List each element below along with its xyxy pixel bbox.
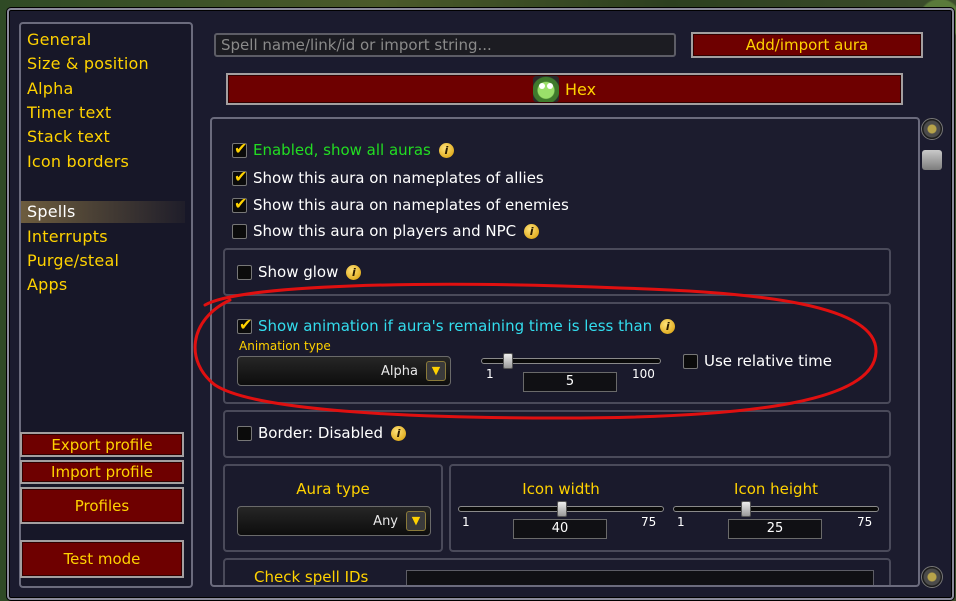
aura-type-value: Any	[373, 513, 398, 529]
icon-height-slider-thumb[interactable]	[741, 501, 751, 517]
check-spell-ids-input[interactable]	[406, 570, 874, 585]
use-relative-time-label: Use relative time	[704, 352, 833, 370]
selected-aura-name: Hex	[564, 79, 597, 99]
chevron-down-icon[interactable]: ▼	[406, 511, 426, 531]
icon-width-max: 75	[641, 515, 657, 529]
border-row: Border: Disabled i	[237, 424, 407, 442]
icon-height-max: 75	[857, 515, 873, 529]
glow-row: Show glow i	[237, 263, 362, 281]
sidebar-item-stack-text[interactable]: Stack text	[27, 127, 110, 146]
use-relative-time-checkbox[interactable]	[683, 353, 698, 369]
aura-options-panel: Enabled, show all auras i Show this aura…	[210, 117, 920, 587]
show-animation-checkbox[interactable]	[237, 315, 252, 334]
enabled-checkbox[interactable]	[232, 139, 247, 158]
aura-settings-window: General Size & position Alpha Timer text…	[7, 8, 954, 600]
content-scrollbar[interactable]	[921, 118, 943, 588]
icon-height-label: Icon height	[734, 480, 818, 498]
icon-height-slider[interactable]	[673, 506, 879, 512]
border-group: Border: Disabled i	[223, 410, 891, 458]
info-icon[interactable]: i	[346, 264, 362, 280]
icon-width-slider-thumb[interactable]	[557, 501, 567, 517]
icon-size-group: Icon width 1 75 40 Icon height 1 75 25	[449, 464, 891, 552]
animation-group: Show animation if aura's remaining time …	[223, 302, 891, 404]
info-icon[interactable]: i	[391, 425, 407, 441]
sidebar-item-size-position[interactable]: Size & position	[27, 54, 149, 73]
animation-type-value: Alpha	[381, 363, 418, 379]
border-checkbox[interactable]	[237, 425, 252, 441]
icon-height-value-input[interactable]: 25	[728, 519, 822, 539]
selected-aura-button[interactable]: Hex	[226, 73, 903, 105]
show-on-enemies-checkbox[interactable]	[232, 194, 247, 213]
sidebar-item-apps[interactable]: Apps	[27, 275, 67, 294]
icon-width-min: 1	[462, 515, 470, 529]
icon-width-value-input[interactable]: 40	[513, 519, 607, 539]
allies-row: Show this aura on nameplates of allies	[232, 167, 544, 187]
check-spell-ids-label: Check spell IDs	[254, 568, 369, 586]
test-mode-button[interactable]: Test mode	[20, 540, 184, 578]
hex-frog-icon	[532, 76, 559, 102]
aura-type-group: Aura type Any ▼	[223, 464, 443, 552]
relative-time-row: Use relative time	[683, 352, 832, 370]
enabled-row: Enabled, show all auras i	[232, 139, 454, 159]
animation-type-dropdown[interactable]: Alpha ▼	[237, 356, 451, 386]
sidebar-item-general[interactable]: General	[27, 30, 91, 49]
show-on-players-checkbox[interactable]	[232, 223, 247, 239]
show-animation-label: Show animation if aura's remaining time …	[258, 317, 653, 335]
animation-type-label: Animation type	[239, 339, 331, 353]
show-on-allies-checkbox[interactable]	[232, 167, 247, 186]
sidebar-item-purge-steal[interactable]: Purge/steal	[27, 251, 119, 270]
export-profile-button[interactable]: Export profile	[20, 432, 184, 457]
profiles-button[interactable]: Profiles	[20, 487, 184, 524]
scroll-down-button[interactable]	[921, 566, 943, 588]
scroll-up-button[interactable]	[921, 118, 943, 140]
import-profile-button[interactable]: Import profile	[20, 460, 184, 484]
show-glow-label: Show glow	[258, 263, 339, 281]
show-glow-checkbox[interactable]	[237, 264, 252, 280]
info-icon[interactable]: i	[438, 142, 454, 158]
sidebar-item-spells[interactable]: Spells	[21, 201, 185, 223]
sidebar-item-interrupts[interactable]: Interrupts	[27, 227, 108, 246]
animation-row: Show animation if aura's remaining time …	[237, 315, 676, 335]
info-icon[interactable]: i	[660, 318, 676, 334]
players-row: Show this aura on players and NPC i	[232, 222, 540, 240]
sidebar-item-icon-borders[interactable]: Icon borders	[27, 152, 129, 171]
animation-time-value-input[interactable]: 5	[523, 372, 617, 392]
glow-group: Show glow i	[223, 248, 891, 296]
sidebar-item-alpha[interactable]: Alpha	[27, 79, 74, 98]
aura-type-dropdown[interactable]: Any ▼	[237, 506, 431, 536]
chevron-down-icon[interactable]: ▼	[426, 361, 446, 381]
animation-slider-min: 1	[486, 367, 494, 381]
add-import-aura-button[interactable]: Add/import aura	[691, 32, 923, 58]
icon-height-min: 1	[677, 515, 685, 529]
show-on-allies-label: Show this aura on nameplates of allies	[253, 169, 544, 187]
aura-type-label: Aura type	[296, 480, 370, 498]
sidebar-item-timer-text[interactable]: Timer text	[27, 103, 111, 122]
spell-search-input[interactable]	[214, 33, 676, 57]
info-icon[interactable]: i	[524, 223, 540, 239]
show-on-players-label: Show this aura on players and NPC	[253, 222, 517, 240]
enemies-row: Show this aura on nameplates of enemies	[232, 194, 569, 214]
animation-slider-max: 100	[632, 367, 655, 381]
check-spell-ids-group: Check spell IDs	[223, 558, 891, 586]
enabled-label: Enabled, show all auras	[253, 141, 431, 159]
scroll-thumb[interactable]	[922, 150, 942, 170]
animation-time-slider-thumb[interactable]	[503, 353, 513, 369]
icon-width-label: Icon width	[522, 480, 600, 498]
show-on-enemies-label: Show this aura on nameplates of enemies	[253, 196, 569, 214]
border-label: Border: Disabled	[258, 424, 384, 442]
